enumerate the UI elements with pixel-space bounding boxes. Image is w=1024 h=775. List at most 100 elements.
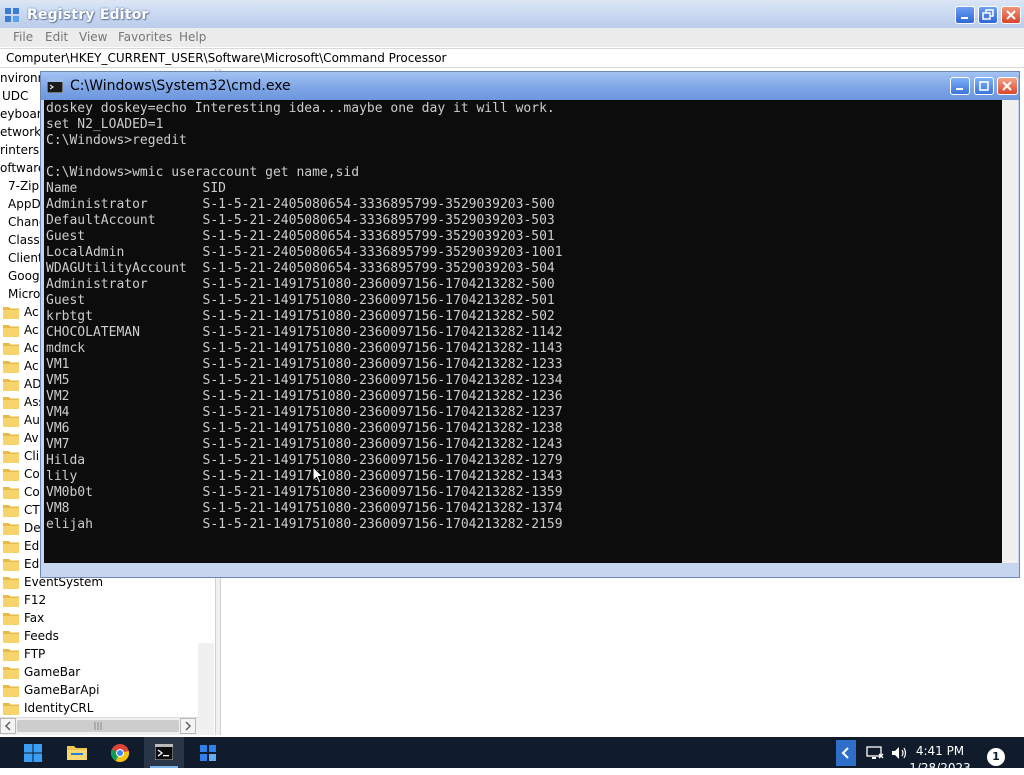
folder-icon (3, 649, 19, 661)
folder-icon (3, 667, 19, 679)
scroll-thumb[interactable] (17, 720, 179, 732)
tree-item[interactable]: rinters (0, 143, 39, 157)
console-line: krbtgt S-1-5-21-1491751080-2360097156-17… (46, 309, 555, 324)
tree-item[interactable]: Googl (8, 269, 43, 283)
tree-item-label: IdentityCRL (24, 701, 94, 715)
console-line: C:\Windows>wmic useraccount get name,sid (46, 165, 360, 180)
mouse-cursor-icon (312, 466, 324, 484)
close-button[interactable] (997, 77, 1018, 95)
folder-icon (3, 307, 19, 319)
tree-item-label: De (24, 521, 41, 535)
console-line: set N2_LOADED=1 (46, 117, 164, 132)
cmd-icon (155, 744, 173, 760)
chevron-left-icon (4, 721, 11, 731)
network-icon[interactable] (866, 745, 884, 761)
tree-item-label: Ac (24, 341, 39, 355)
taskbar: 4:41 PM 1/28/2023 1 (0, 737, 1024, 775)
regedit-icon (200, 745, 216, 761)
close-icon (1002, 81, 1012, 91)
scroll-right-button[interactable] (180, 718, 196, 734)
tree-item[interactable]: 7-Zip (8, 179, 39, 193)
folder-icon (3, 325, 19, 337)
notification-badge[interactable]: 1 (987, 748, 1005, 766)
console-line: VM2 S-1-5-21-1491751080-2360097156-17042… (46, 389, 563, 404)
console-line: Guest S-1-5-21-1491751080-2360097156-170… (46, 293, 555, 308)
restore-button[interactable] (978, 6, 998, 24)
tree-item[interactable]: etwork (0, 125, 41, 139)
console-line: VM5 S-1-5-21-1491751080-2360097156-17042… (46, 373, 563, 388)
taskbar-regedit[interactable] (188, 737, 228, 768)
chevron-right-icon (185, 721, 192, 731)
address-bar[interactable]: Computer\HKEY_CURRENT_USER\Software\Micr… (0, 48, 1024, 68)
clock-date[interactable]: 1/28/2023 (900, 761, 980, 775)
console-line: doskey doskey=echo Interesting idea...ma… (46, 101, 555, 116)
tree-item-label: GameBar (24, 665, 81, 679)
taskbar-file-explorer[interactable] (56, 737, 96, 768)
folder-icon (3, 433, 19, 445)
clock-time[interactable]: 4:41 PM (900, 744, 980, 758)
tree-item-label: Feeds (24, 629, 59, 643)
console-icon (47, 79, 63, 93)
tree-item[interactable]: Client (8, 251, 43, 265)
console-line: CHOCOLATEMAN S-1-5-21-1491751080-2360097… (46, 325, 563, 340)
console-line: VM8 S-1-5-21-1491751080-2360097156-17042… (46, 501, 563, 516)
start-button[interactable] (13, 737, 53, 768)
console-line: elijah S-1-5-21-1491751080-2360097156-17… (46, 517, 563, 532)
show-hidden-icons-button[interactable] (836, 740, 856, 766)
console-scrollbar[interactable] (1002, 100, 1018, 563)
tree-item-label: CT (24, 503, 40, 517)
console-line: VM6 S-1-5-21-1491751080-2360097156-17042… (46, 421, 563, 436)
minimize-button[interactable] (950, 77, 970, 95)
address-path[interactable]: Computer\HKEY_CURRENT_USER\Software\Micr… (6, 51, 446, 65)
menu-help[interactable]: Help (179, 30, 206, 44)
minimize-icon (956, 88, 963, 90)
scroll-left-button[interactable] (0, 718, 16, 734)
console-output[interactable]: doskey doskey=echo Interesting idea...ma… (44, 100, 1002, 563)
taskbar-chrome[interactable] (100, 737, 140, 768)
file-explorer-icon (67, 746, 87, 760)
folder-icon (3, 469, 19, 481)
console-line: lily S-1-5-21-1491751080-2360097156-1704… (46, 469, 563, 484)
cmd-title-bar[interactable]: C:\Windows\System32\cmd.exe (41, 72, 1019, 100)
maximize-icon (979, 81, 989, 91)
menu-view[interactable]: View (79, 30, 107, 44)
registry-title: Registry Editor (27, 7, 149, 23)
taskbar-cmd[interactable] (144, 737, 184, 768)
folder-icon (3, 451, 19, 463)
menu-favorites[interactable]: Favorites (118, 30, 172, 44)
minimize-button[interactable] (955, 6, 975, 24)
cmd-title: C:\Windows\System32\cmd.exe (70, 78, 291, 94)
tree-horizontal-scrollbar[interactable] (0, 717, 198, 735)
console-line: VM7 S-1-5-21-1491751080-2360097156-17042… (46, 437, 563, 452)
close-button[interactable] (1001, 6, 1021, 24)
menu-edit[interactable]: Edit (45, 30, 68, 44)
menu-file[interactable]: File (13, 30, 33, 44)
maximize-button[interactable] (974, 77, 994, 95)
tree-vertical-scrollbar[interactable] (198, 643, 214, 735)
folder-icon (3, 685, 19, 697)
console-line: VM4 S-1-5-21-1491751080-2360097156-17042… (46, 405, 563, 420)
folder-icon (3, 397, 19, 409)
tree-item[interactable]: AppD (8, 197, 41, 211)
folder-icon (3, 379, 19, 391)
console-line: VM0b0t S-1-5-21-1491751080-2360097156-17… (46, 485, 563, 500)
console-line: DefaultAccount S-1-5-21-2405080654-33368… (46, 213, 555, 228)
console-line: mdmck S-1-5-21-1491751080-2360097156-170… (46, 341, 563, 356)
tree-item[interactable]: Micro (8, 287, 40, 301)
console-line: Hilda S-1-5-21-1491751080-2360097156-170… (46, 453, 563, 468)
grip-icon (94, 722, 102, 730)
folder-icon (3, 703, 19, 715)
folder-icon (3, 559, 19, 571)
tree-item-label: Cli (24, 449, 40, 463)
console-line: C:\Windows>regedit (46, 133, 187, 148)
tree-item-label: Ac (24, 323, 39, 337)
folder-icon (3, 505, 19, 517)
registry-title-bar[interactable]: Registry Editor (0, 0, 1024, 30)
tree-item-label: Ac (24, 359, 39, 373)
tree-item[interactable]: oftware (0, 161, 45, 175)
folder-icon (3, 541, 19, 553)
tree-item-label: Co (24, 467, 40, 481)
tree-item[interactable]: UDC (2, 89, 28, 103)
registry-app-icon (5, 8, 19, 22)
folder-icon (3, 577, 19, 589)
